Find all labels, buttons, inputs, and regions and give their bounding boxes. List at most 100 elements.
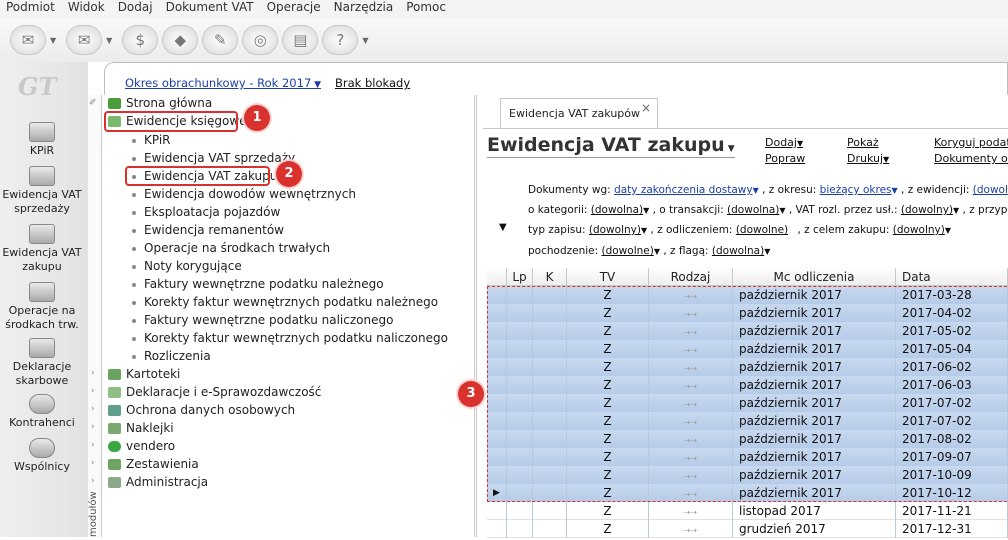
chevron-down-icon[interactable]: ▼ — [643, 206, 649, 215]
chevron-down-icon[interactable]: ▼ — [945, 226, 951, 235]
tools-icon[interactable]: ✎ — [202, 25, 239, 55]
nav-vat-zakupu[interactable]: Ewidencja VAT zakupu — [0, 224, 84, 274]
chevron-down-icon[interactable]: ▼ — [779, 206, 785, 215]
tree-item-kfw-nalezny[interactable]: Korekty faktur wewnętrznych podatku nale… — [132, 295, 438, 309]
filter-transaction[interactable]: (dowolna) — [727, 204, 779, 216]
column-header-mc-odliczenia[interactable]: Mc odliczenia — [733, 268, 896, 286]
coins-icon[interactable]: $ — [122, 25, 159, 55]
column-header-rodzaj[interactable]: Rodzaj — [649, 268, 733, 286]
expand-icon[interactable]: › — [91, 440, 95, 450]
filter-label: , o transakcji: — [652, 204, 724, 216]
collapse-filters-icon[interactable]: ▼ — [499, 222, 507, 233]
tree-item-remanenty[interactable]: Ewidencja remanentów — [132, 223, 284, 237]
tree-item-strona-glowna[interactable]: Strona główna — [108, 96, 212, 110]
printer-icon[interactable]: ▤ — [282, 25, 319, 55]
nav-kontrahenci[interactable]: Kontrahenci — [0, 394, 84, 430]
menu-narzedzia[interactable]: Narzędzia — [328, 0, 401, 18]
chevron-down-icon[interactable]: ▼ — [892, 186, 898, 195]
tree-item-kartoteki[interactable]: Kartoteki — [108, 367, 180, 381]
tree-item-rozliczenia[interactable]: Rozliczenia — [132, 349, 211, 363]
column-header-blank[interactable] — [487, 268, 507, 286]
expand-icon[interactable]: › — [91, 458, 95, 468]
lifebuoy-icon[interactable]: ◎ — [242, 25, 279, 55]
filter-origin[interactable]: (dowolne) — [602, 245, 654, 257]
mail-icon[interactable]: ✉ — [66, 25, 103, 55]
tree-item-zestawienia[interactable]: Zestawienia — [108, 457, 199, 471]
tree-item-deklaracje[interactable]: Deklaracje i e-Sprawozdawczość — [108, 385, 321, 399]
nav-wspolnicy[interactable]: Wspólnicy — [0, 438, 84, 474]
chevron-down-icon[interactable]: ▼ — [953, 206, 959, 215]
dropdown-arrow-icon[interactable]: ▼ — [50, 36, 56, 45]
tree-item-srodki-trwale[interactable]: Operacje na środkach trwałych — [132, 241, 330, 255]
row-indicator-cell — [487, 520, 507, 538]
pin-icon[interactable]: ✐ — [89, 98, 97, 108]
print-button[interactable]: Drukuj▼ — [847, 152, 889, 165]
menu-pomoc[interactable]: Pomoc — [400, 0, 453, 18]
table-row[interactable]: Z ⇢⇢ grudzień 2017 2017-12-31 — [487, 520, 1008, 538]
tab-ewidencja-vat-zakupow[interactable]: Ewidencja VAT zakupów — [500, 98, 658, 128]
expand-icon[interactable]: › — [91, 476, 95, 486]
menu-dokument-vat[interactable]: Dokument VAT — [160, 0, 261, 18]
filter-purpose[interactable]: (dowolny) — [893, 224, 945, 236]
tree-item-dowody-wewnetrzne[interactable]: Ewidencja dowodów wewnętrznych — [132, 187, 356, 201]
tree-item-eksploatacja[interactable]: Eksploatacja pojazdów — [132, 205, 280, 219]
edit-button[interactable]: Popraw — [765, 152, 805, 165]
menu-dodaj[interactable]: Dodaj — [112, 0, 160, 18]
show-button[interactable]: Pokaż — [847, 136, 879, 149]
column-header-lp[interactable]: Lp — [507, 268, 533, 286]
expand-icon[interactable]: › — [91, 422, 95, 432]
modules-vertical-label: modułów — [88, 491, 99, 537]
filter-flag[interactable]: (dowolna) — [712, 245, 764, 257]
column-header-tv[interactable]: TV — [567, 268, 649, 286]
nav-vat-sprzedazy[interactable]: Ewidencja VAT sprzedaży — [0, 166, 84, 216]
nav-srodki-trwale[interactable]: Operacje na środkach trw. — [0, 282, 84, 332]
filter-label: , z ewidencji: — [901, 184, 970, 196]
tree-item-fw-nalezny[interactable]: Faktury wewnętrzne podatku należnego — [132, 277, 384, 291]
cell-tv: Z — [567, 520, 649, 538]
filter-category[interactable]: (dowolna) — [591, 204, 643, 216]
page-title[interactable]: Ewidencja VAT zakupu ▼ — [487, 134, 735, 158]
add-button[interactable]: Dodaj▼ — [765, 136, 803, 149]
menu-widok[interactable]: Widok — [62, 0, 112, 18]
tree-item-kfw-naliczony[interactable]: Korekty faktur wewnętrznych podatku nali… — [132, 331, 448, 345]
filter-entry-type[interactable]: (dowolny) — [589, 224, 641, 236]
tree-item-fw-naliczony[interactable]: Faktury wewnętrzne podatku naliczonego — [132, 313, 393, 327]
chevron-down-icon[interactable]: ▼ — [641, 226, 647, 235]
lock-status-link[interactable]: Brak blokady — [335, 76, 410, 90]
column-header-data-otrzymania[interactable]: Data otrzymani^ — [896, 268, 1008, 302]
help-icon[interactable]: ? — [322, 25, 359, 55]
filter-date-basis[interactable]: daty zakończenia dostawy — [614, 184, 753, 196]
chevron-down-icon[interactable]: ▼ — [753, 186, 759, 195]
correct-tax-button[interactable]: Koryguj podatek — [934, 136, 1008, 149]
close-icon[interactable]: × — [641, 101, 651, 115]
open-folder-icon[interactable]: ✉ — [10, 25, 46, 55]
expand-icon[interactable]: › — [91, 368, 95, 378]
eraser-icon[interactable]: ◆ — [162, 25, 199, 55]
chevron-down-icon[interactable]: ▼ — [764, 247, 770, 256]
menu-operacje[interactable]: Operacje — [261, 0, 328, 18]
table-row[interactable]: Z ⇢⇢ listopad 2017 2017-11-21 — [487, 502, 1008, 520]
dropdown-arrow-icon[interactable]: ▼ — [362, 36, 368, 45]
filter-period[interactable]: bieżący okres — [820, 184, 892, 196]
dropdown-arrow-icon[interactable]: ▼ — [106, 36, 112, 45]
tree-item-vendero[interactable]: vendero — [108, 439, 175, 453]
period-dropdown[interactable]: Okres obrachunkowy - Rok 2017 ▼ — [125, 76, 321, 90]
tree-item-vat-sprzedazy[interactable]: Ewidencja VAT sprzedaży — [132, 151, 295, 165]
expand-icon[interactable]: › — [91, 404, 95, 414]
row-indicator-cell — [487, 502, 507, 520]
nav-deklaracje[interactable]: Deklaracje skarbowe — [0, 338, 84, 388]
nav-kpir[interactable]: KPiR — [0, 122, 84, 158]
menu-podmiot[interactable]: Podmiot — [0, 0, 62, 18]
deduction-documents-button[interactable]: Dokumenty odli — [934, 152, 1008, 165]
filter-vat-service[interactable]: (dowolny) — [901, 204, 953, 216]
tree-item-administracja[interactable]: Administracja — [108, 475, 208, 489]
chevron-down-icon[interactable]: ▼ — [654, 247, 660, 256]
filter-registry[interactable]: (dowol — [973, 184, 1008, 196]
tree-item-noty[interactable]: Noty korygujące — [132, 259, 242, 273]
tree-item-kpir[interactable]: KPiR — [132, 133, 171, 147]
column-header-k[interactable]: K — [533, 268, 567, 286]
tree-item-naklejki[interactable]: Naklejki — [108, 421, 174, 435]
tree-item-ochrona-danych[interactable]: Ochrona danych osobowych — [108, 403, 295, 417]
expand-icon[interactable]: › — [91, 386, 95, 396]
filter-deduction[interactable]: (dowolne) — [736, 224, 788, 236]
